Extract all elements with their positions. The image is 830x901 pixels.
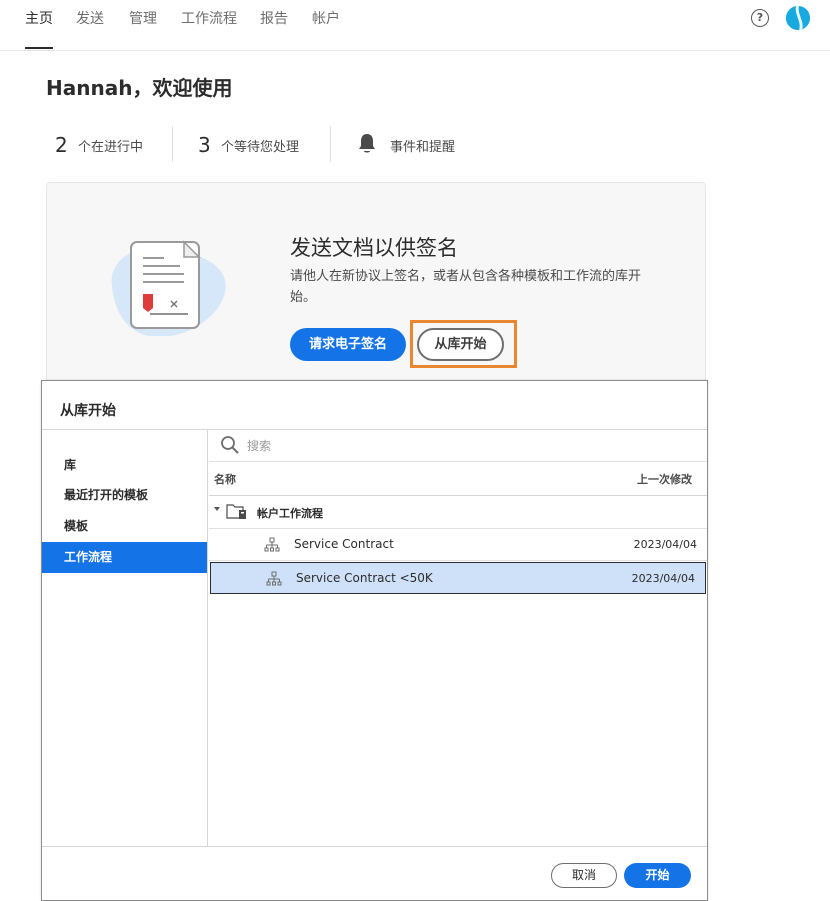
workflow-icon bbox=[264, 537, 280, 557]
row-name: Service Contract bbox=[294, 537, 394, 551]
in-progress-label[interactable]: 个在进行中 bbox=[78, 136, 143, 155]
column-header-name[interactable]: 名称 bbox=[214, 471, 236, 487]
avatar[interactable] bbox=[786, 6, 810, 30]
sidebar-item-workflows[interactable]: 工作流程 bbox=[42, 542, 207, 573]
library-sidebar: 库 最近打开的模板 模板 工作流程 bbox=[42, 430, 208, 846]
nav-home[interactable]: 主页 bbox=[25, 8, 53, 28]
folder-row-account-workflows[interactable]: 帐户工作流程 bbox=[209, 496, 707, 529]
nav-reports[interactable]: 报告 bbox=[260, 8, 288, 28]
in-progress-count[interactable]: 2 bbox=[55, 133, 68, 157]
chevron-down-icon[interactable] bbox=[214, 507, 220, 511]
nav-workflows[interactable]: 工作流程 bbox=[181, 8, 237, 28]
stat-divider bbox=[172, 126, 173, 162]
waiting-count[interactable]: 3 bbox=[198, 133, 211, 157]
sidebar-item-library[interactable]: 库 bbox=[42, 450, 207, 481]
nav-manage[interactable]: 管理 bbox=[129, 8, 157, 28]
sidebar-item-templates[interactable]: 模板 bbox=[42, 511, 207, 542]
start-from-library-dialog: 从库开始 库 最近打开的模板 模板 工作流程 名称 上一次修改 bbox=[41, 380, 708, 901]
stat-divider bbox=[330, 126, 331, 162]
top-navigation: 主页 发送 管理 工作流程 报告 帐户 ? bbox=[0, 0, 830, 51]
dialog-body: 库 最近打开的模板 模板 工作流程 名称 上一次修改 bbox=[42, 429, 707, 847]
start-button[interactable]: 开始 bbox=[624, 863, 691, 888]
active-tab-indicator bbox=[25, 47, 53, 49]
search-icon bbox=[220, 435, 240, 459]
bell-icon[interactable] bbox=[357, 133, 377, 159]
card-description: 请他人在新协议上签名，或者从包含各种模板和工作流的库开始。 bbox=[290, 269, 642, 305]
help-icon[interactable]: ? bbox=[751, 9, 769, 27]
events-label[interactable]: 事件和提醒 bbox=[390, 136, 455, 155]
start-from-library-button[interactable]: 从库开始 bbox=[417, 328, 504, 361]
dialog-title: 从库开始 bbox=[60, 403, 116, 419]
request-signature-button[interactable]: 请求电子签名 bbox=[290, 328, 406, 361]
folder-icon bbox=[226, 503, 248, 524]
page-title: Hannah，欢迎使用 bbox=[46, 76, 233, 100]
avatar-graphic bbox=[786, 6, 810, 30]
sidebar-item-recent-templates[interactable]: 最近打开的模板 bbox=[42, 480, 207, 511]
folder-label: 帐户工作流程 bbox=[257, 507, 323, 520]
column-header-modified[interactable]: 上一次修改 bbox=[637, 471, 692, 487]
nav-account[interactable]: 帐户 bbox=[312, 8, 340, 28]
document-signature-illustration bbox=[104, 236, 230, 340]
row-name: Service Contract <50K bbox=[296, 571, 433, 585]
row-date: 2023/04/04 bbox=[631, 572, 695, 585]
table-row-selected[interactable]: Service Contract <50K 2023/04/04 bbox=[210, 562, 706, 594]
workflow-icon bbox=[266, 571, 282, 591]
table-row[interactable]: Service Contract 2023/04/04 bbox=[209, 529, 707, 561]
search-bar bbox=[209, 430, 707, 462]
waiting-label[interactable]: 个等待您处理 bbox=[221, 136, 299, 155]
search-input[interactable] bbox=[247, 436, 547, 456]
table-header: 名称 上一次修改 bbox=[209, 462, 707, 496]
nav-send[interactable]: 发送 bbox=[76, 8, 104, 28]
card-title: 发送文档以供签名 bbox=[290, 236, 458, 260]
cancel-button[interactable]: 取消 bbox=[551, 863, 617, 888]
row-date: 2023/04/04 bbox=[633, 538, 697, 551]
